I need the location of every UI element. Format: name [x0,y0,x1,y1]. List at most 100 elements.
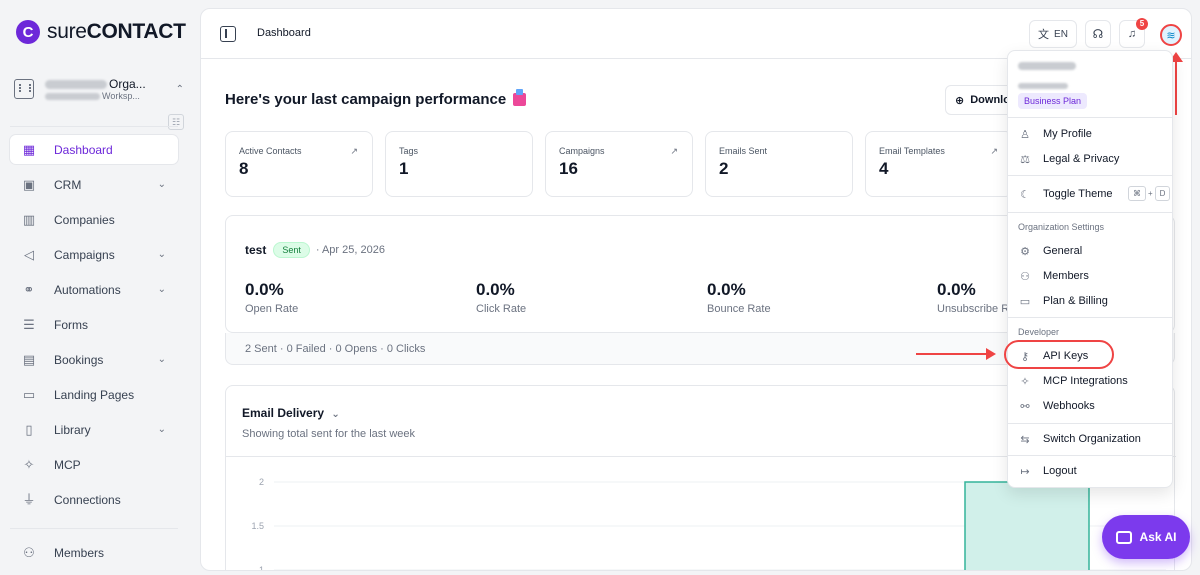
arrow-up-right-icon: ↗ [990,146,998,156]
sidebar-item-label: Dashboard [54,142,113,157]
chevron-down-icon: ⌄ [157,284,166,295]
menu-item-label: Legal & Privacy [1043,153,1120,165]
redacted-text [1018,83,1068,89]
download-button[interactable]: ⊕ Downlo [945,85,1015,115]
moon-icon: ☾ [1020,188,1030,201]
sidebar-item-companies[interactable]: ▥ Companies [10,205,178,234]
user-name [1018,61,1078,73]
section-organization-settings: Organization Settings [1018,222,1105,232]
redacted-text [45,79,107,89]
menu-item-switch-organization[interactable]: ⇆ Switch Organization [1018,429,1166,449]
chevron-down-icon: ⌄ [157,249,166,260]
page-title-text: Here's your last campaign performance [225,91,507,108]
menu-item-plan-billing[interactable]: ▭ Plan & Billing [1018,291,1166,311]
stat-card-tags[interactable]: Tags 1 [385,131,533,197]
sidebar-collapse-icon[interactable] [220,26,236,42]
users-icon: ⚇ [23,544,35,560]
menu-item-label: MCP Integrations [1043,375,1128,387]
brand-logo[interactable]: C sureCONTACT [16,20,186,44]
sidebar-item-label: Forms [54,317,88,332]
language-button[interactable]: 文 EN [1029,20,1077,48]
logo-text-bold: CONTACT [86,20,186,43]
arrow-up-right-icon: ↗ [350,146,358,156]
menu-item-legal-privacy[interactable]: ⚖ Legal & Privacy [1018,149,1166,169]
page-title: Here's your last campaign performance [225,89,527,108]
stat-card-campaigns[interactable]: Campaigns 16 ↗ [545,131,693,197]
menu-item-label: Logout [1043,465,1077,477]
user-email [1018,78,1070,92]
notification-badge: 5 [1136,18,1148,30]
delivery-title-text: Email Delivery [242,406,325,420]
sidebar-item-label: Companies [54,212,115,227]
stat-card-email-templates[interactable]: Email Templates 4 ↗ [865,131,1013,197]
divider [1008,317,1172,318]
sidebar-item-campaigns[interactable]: ◁ Campaigns ⌄ [10,240,178,269]
mcp-icon: ✧ [1020,375,1030,388]
theme-shortcut: ⌘ + D [1128,186,1171,201]
sidebar-item-members[interactable]: ⚇ Members [10,538,178,567]
inbox-emoji-icon [513,89,527,106]
sidebar-nav: ▦ Dashboard ▣ CRM ⌄ ▥ Companies ◁ Campaigns ⌄ ⚭ Aut… [10,135,178,520]
menu-item-label: General [1043,245,1083,257]
menu-item-general[interactable]: ⚙ General [1018,241,1166,261]
menu-item-webhooks[interactable]: ⚯ Webhooks [1018,396,1166,416]
stat-label: Campaigns [559,146,605,156]
user-icon: ♙ [1020,128,1030,141]
sidebar-item-automations[interactable]: ⚭ Automations ⌄ [10,275,178,304]
chevron-down-icon: ⌄ [157,354,166,365]
metric-label: Open Rate [245,303,299,315]
sidebar-item-bookings[interactable]: ▤ Bookings ⌄ [10,345,178,374]
stat-card-active-contacts[interactable]: Active Contacts 8 ↗ [225,131,373,197]
delivery-title[interactable]: Email Delivery ⌄ [242,406,340,420]
metric-label: Bounce Rate [707,303,771,315]
chevron-down-icon: ⌄ [331,409,340,420]
chart-bar[interactable] [964,481,1090,571]
calendar-icon: ▤ [22,351,36,367]
translate-icon: 文 [1038,29,1050,41]
sidebar-item-landing-pages[interactable]: ▭ Landing Pages [10,380,178,409]
annotation-arrow-api-keys [916,348,996,360]
sidebar: C sureCONTACT Orga... Worksp... ⌃ ☷ ▦ Das… [0,0,200,575]
metric-label: Click Rate [476,303,527,315]
sidebar-item-label: Connections [54,492,121,507]
section-developer: Developer [1018,327,1060,337]
chevron-updown-icon: ⌃ [175,83,184,95]
divider [1008,175,1172,176]
menu-item-label: My Profile [1043,128,1092,140]
menu-item-label: Members [1043,270,1089,282]
delivery-subtitle: Showing total sent for the last week [242,428,416,440]
y-tick-label: 1 [259,565,264,571]
ask-ai-button[interactable]: Ask AI [1102,515,1190,559]
shortcut-key-d: D [1154,186,1171,201]
status-badge: Sent [273,242,310,258]
stat-card-emails-sent[interactable]: Emails Sent 2 [705,131,853,197]
divider [1008,423,1172,424]
sidebar-item-dashboard[interactable]: ▦ Dashboard [10,135,178,164]
shortcut-plus: + [1148,189,1153,198]
divider [1008,212,1172,213]
headset-icon: ☊ [1092,27,1104,41]
contact-card-icon: ▣ [22,176,36,192]
menu-item-members[interactable]: ⚇ Members [1018,266,1166,286]
settings-toggle-icon[interactable]: ☷ [168,114,184,130]
user-avatar[interactable]: ≋ [1160,24,1182,46]
divider [1008,117,1172,118]
form-icon: ☰ [23,316,35,332]
sidebar-item-connections[interactable]: ⏚ Connections [10,485,178,514]
support-button[interactable]: ☊ [1085,20,1111,48]
metric-value: 0.0% [707,280,746,299]
menu-item-my-profile[interactable]: ♙ My Profile [1018,124,1166,144]
campaign-name[interactable]: test [245,243,266,257]
sidebar-item-forms[interactable]: ☰ Forms [10,310,178,339]
sidebar-item-crm[interactable]: ▣ CRM ⌄ [10,170,178,199]
logo-text-light: sure [47,20,87,43]
sidebar-item-library[interactable]: ▯ Library ⌄ [10,415,178,444]
y-tick-label: 2 [259,477,264,487]
plug-icon: ⏚ [22,491,36,507]
mcp-icon: ✧ [23,456,35,472]
sidebar-item-mcp[interactable]: ✧ MCP [10,450,178,479]
organization-switcher[interactable]: Orga... Worksp... ⌃ [14,72,184,106]
menu-item-logout[interactable]: ↦ Logout [1018,461,1166,481]
divider [10,528,178,529]
menu-item-mcp-integrations[interactable]: ✧ MCP Integrations [1018,371,1166,391]
